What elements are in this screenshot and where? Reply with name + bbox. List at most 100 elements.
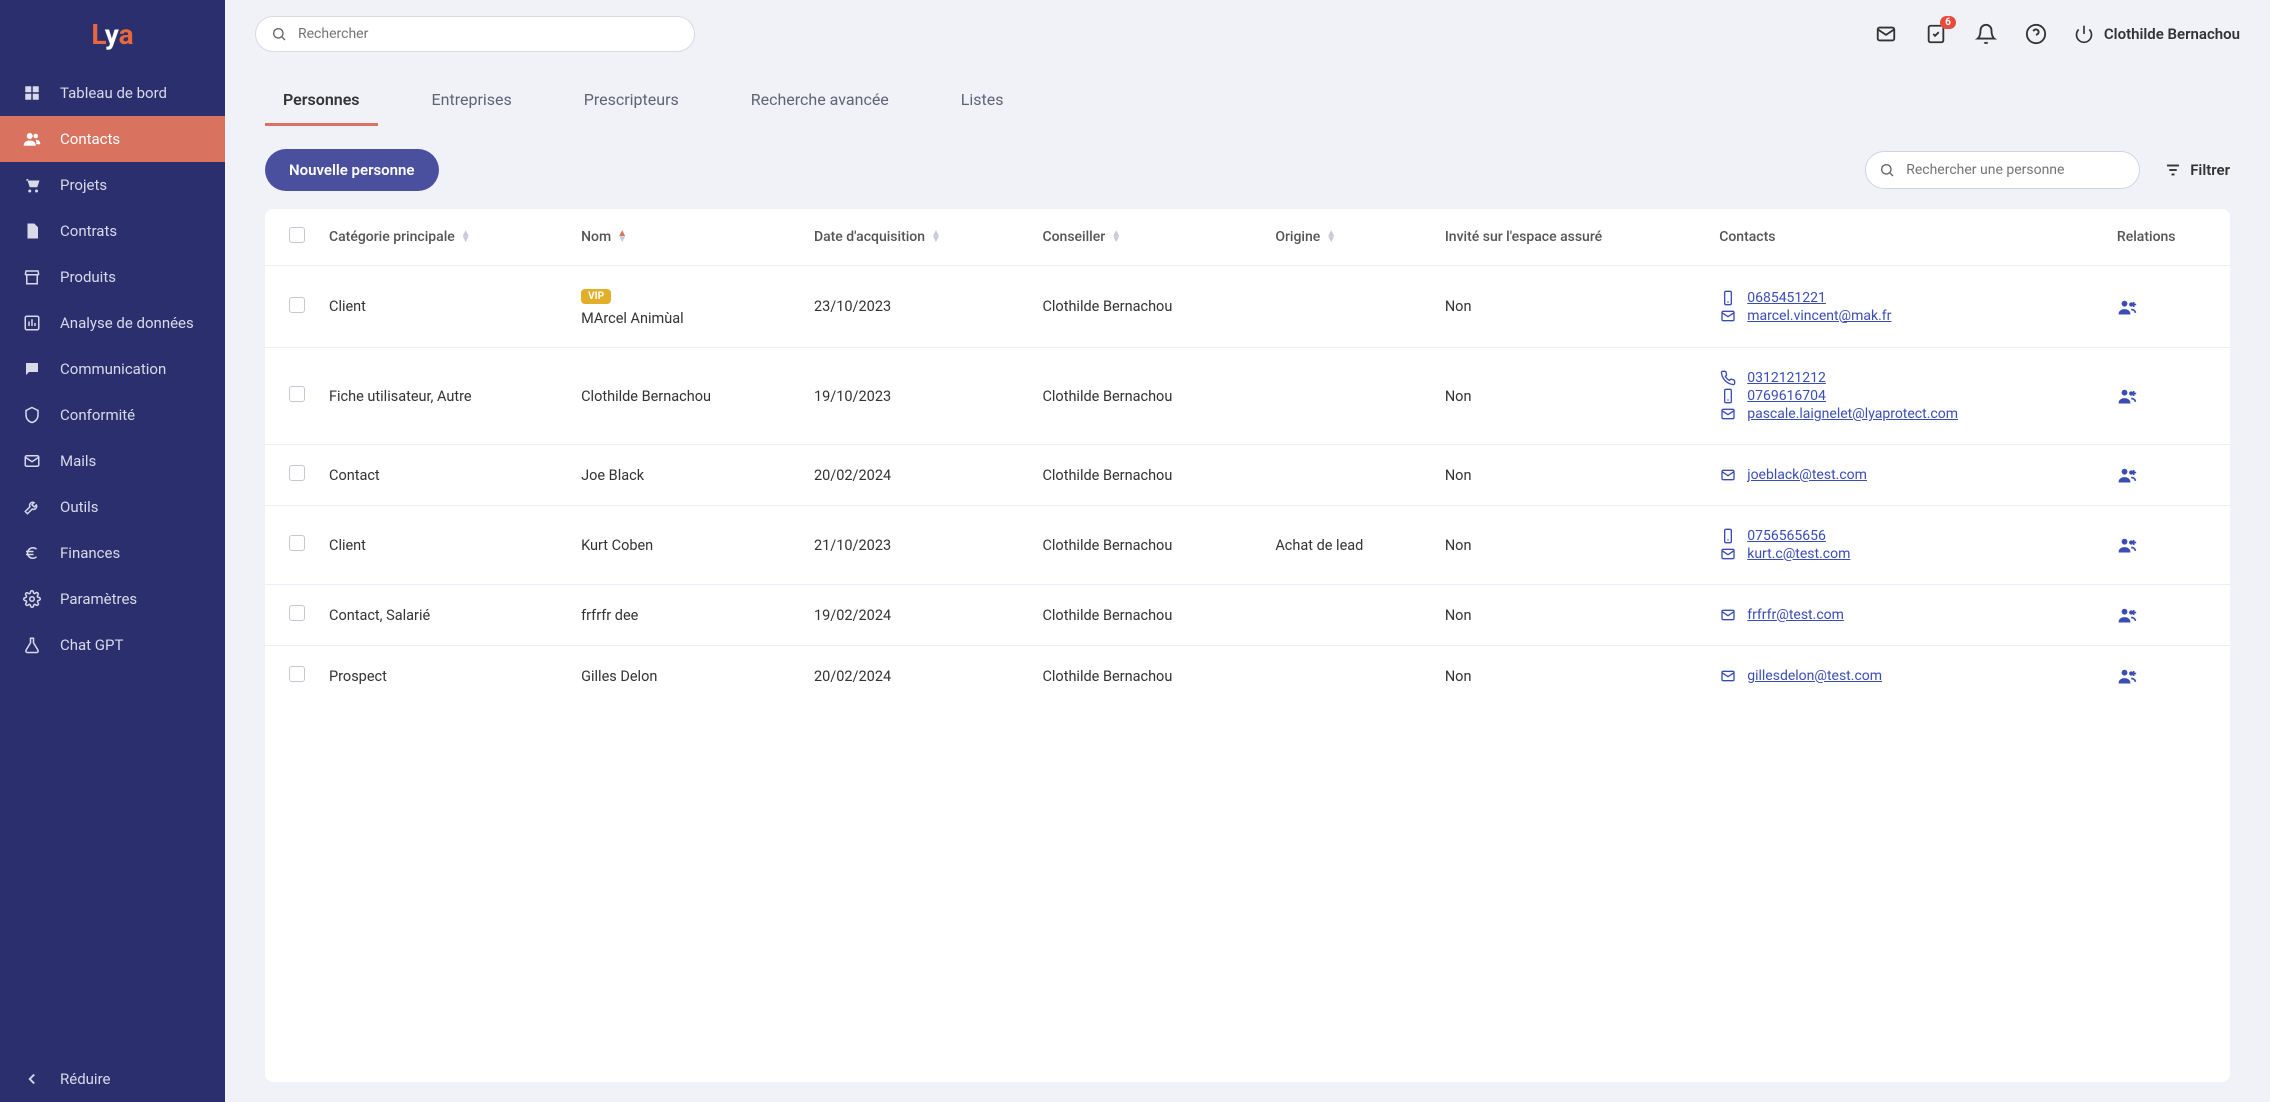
person-search-input[interactable] xyxy=(1865,151,2140,189)
relations-icon[interactable] xyxy=(2117,465,2218,485)
select-all-checkbox[interactable] xyxy=(289,227,305,243)
cell-origin: Achat de lead xyxy=(1263,506,1433,585)
cell-advisor: Clothilde Bernachou xyxy=(1030,506,1263,585)
sidebar-item-chart[interactable]: Analyse de données xyxy=(0,300,225,346)
contact-link[interactable]: 0685451221 xyxy=(1747,290,1826,306)
sidebar-collapse-label: Réduire xyxy=(60,1070,110,1088)
sidebar-item-label: Analyse de données xyxy=(60,314,194,332)
contact-link[interactable]: pascale.laignelet@lyaprotect.com xyxy=(1747,406,1958,422)
contact-line: marcel.vincent@mak.fr xyxy=(1719,308,2093,324)
sidebar-item-cart[interactable]: Projets xyxy=(0,162,225,208)
contact-link[interactable]: 0312121212 xyxy=(1747,370,1826,386)
tab[interactable]: Listes xyxy=(943,78,1022,126)
table-row[interactable]: Contact, Salarié frfrfr dee 19/02/2024 C… xyxy=(265,585,2230,646)
global-search-wrap xyxy=(255,16,695,52)
col-advisor[interactable]: Conseiller▲▼ xyxy=(1030,209,1263,266)
sidebar-item-chat[interactable]: Communication xyxy=(0,346,225,392)
contact-link[interactable]: kurt.c@test.com xyxy=(1747,546,1850,562)
sidebar-item-euro[interactable]: Finances xyxy=(0,530,225,576)
contact-link[interactable]: 0769616704 xyxy=(1747,388,1826,404)
tab[interactable]: Prescripteurs xyxy=(566,78,697,126)
row-checkbox[interactable] xyxy=(289,605,305,621)
cell-advisor: Clothilde Bernachou xyxy=(1030,266,1263,348)
contact-line: frfrfr@test.com xyxy=(1719,607,2093,623)
cell-advisor: Clothilde Bernachou xyxy=(1030,348,1263,445)
cell-category: Contact, Salarié xyxy=(317,585,569,646)
table-row[interactable]: Client VIPMArcel Animùal 23/10/2023 Clot… xyxy=(265,266,2230,348)
bell-icon[interactable] xyxy=(1974,22,1998,46)
col-category[interactable]: Catégorie principale▲▼ xyxy=(317,209,569,266)
row-checkbox[interactable] xyxy=(289,386,305,402)
table-row[interactable]: Contact Joe Black 20/02/2024 Clothilde B… xyxy=(265,445,2230,506)
row-checkbox[interactable] xyxy=(289,535,305,551)
sidebar-item-tools[interactable]: Outils xyxy=(0,484,225,530)
sidebar-item-label: Chat GPT xyxy=(60,636,123,654)
cell-invited: Non xyxy=(1433,348,1707,445)
sidebar-item-shield[interactable]: Conformité xyxy=(0,392,225,438)
new-person-button[interactable]: Nouvelle personne xyxy=(265,149,439,191)
relations-icon[interactable] xyxy=(2117,535,2218,555)
filter-button[interactable]: Filtrer xyxy=(2164,161,2230,179)
sidebar-item-label: Conformité xyxy=(60,406,135,424)
user-menu[interactable]: Clothilde Bernachou xyxy=(2074,24,2240,44)
contact-line: 0769616704 xyxy=(1719,388,2093,404)
cell-advisor: Clothilde Bernachou xyxy=(1030,445,1263,506)
relations-icon[interactable] xyxy=(2117,297,2218,317)
cart-icon xyxy=(22,175,42,195)
contact-link[interactable]: gillesdelon@test.com xyxy=(1747,668,1882,684)
tab[interactable]: Recherche avancée xyxy=(733,78,907,126)
contact-link[interactable]: marcel.vincent@mak.fr xyxy=(1747,308,1891,324)
relations-icon[interactable] xyxy=(2117,386,2218,406)
sidebar-item-people[interactable]: Contacts xyxy=(0,116,225,162)
sidebar-item-mail[interactable]: Mails xyxy=(0,438,225,484)
sidebar-collapse[interactable]: Réduire xyxy=(0,1056,225,1102)
col-origin[interactable]: Origine▲▼ xyxy=(1263,209,1433,266)
vip-badge: VIP xyxy=(581,289,611,304)
row-checkbox[interactable] xyxy=(289,297,305,313)
table-row[interactable]: Client Kurt Coben 21/10/2023 Clothilde B… xyxy=(265,506,2230,585)
contact-link[interactable]: frfrfr@test.com xyxy=(1747,607,1844,623)
relations-icon[interactable] xyxy=(2117,605,2218,625)
logo[interactable]: Lya xyxy=(0,0,225,68)
filter-label: Filtrer xyxy=(2190,161,2230,179)
sidebar-item-label: Paramètres xyxy=(60,590,137,608)
contact-link[interactable]: 0756565656 xyxy=(1747,528,1826,544)
sidebar-item-gear[interactable]: Paramètres xyxy=(0,576,225,622)
help-icon[interactable] xyxy=(2024,22,2048,46)
col-name[interactable]: Nom▲▼ xyxy=(569,209,802,266)
tasks-icon[interactable]: 6 xyxy=(1924,22,1948,46)
sidebar: Lya Tableau de bordContacts Projets Contra… xyxy=(0,0,225,1102)
col-date[interactable]: Date d'acquisition▲▼ xyxy=(802,209,1031,266)
cell-date: 19/10/2023 xyxy=(802,348,1031,445)
table-row[interactable]: Prospect Gilles Delon 20/02/2024 Clothil… xyxy=(265,646,2230,707)
cell-origin xyxy=(1263,445,1433,506)
contact-line: gillesdelon@test.com xyxy=(1719,668,2093,684)
sidebar-item-dashboard[interactable]: Tableau de bord xyxy=(0,70,225,116)
mail-icon[interactable] xyxy=(1874,22,1898,46)
sidebar-item-label: Projets xyxy=(60,176,107,194)
relations-icon[interactable] xyxy=(2117,666,2218,686)
cell-origin xyxy=(1263,266,1433,348)
cell-advisor: Clothilde Bernachou xyxy=(1030,585,1263,646)
cell-origin xyxy=(1263,646,1433,707)
cell-date: 19/02/2024 xyxy=(802,585,1031,646)
sidebar-item-label: Contrats xyxy=(60,222,117,240)
sidebar-item-file[interactable]: Contrats xyxy=(0,208,225,254)
tab[interactable]: Entreprises xyxy=(414,78,530,126)
contact-link[interactable]: joeblack@test.com xyxy=(1747,467,1867,483)
cell-date: 20/02/2024 xyxy=(802,646,1031,707)
row-checkbox[interactable] xyxy=(289,465,305,481)
contact-line: joeblack@test.com xyxy=(1719,467,2093,483)
topbar: 6 Clothilde Bernachou xyxy=(225,0,2270,68)
global-search-input[interactable] xyxy=(255,16,695,52)
table-row[interactable]: Fiche utilisateur, Autre Clothilde Berna… xyxy=(265,348,2230,445)
chart-icon xyxy=(22,313,42,333)
cell-invited: Non xyxy=(1433,646,1707,707)
sidebar-item-store[interactable]: Produits xyxy=(0,254,225,300)
tab[interactable]: Personnes xyxy=(265,78,378,126)
row-checkbox[interactable] xyxy=(289,666,305,682)
tabs: Personnes Entreprises Prescripteurs Recherc… xyxy=(225,68,2270,127)
cell-category: Client xyxy=(317,266,569,348)
sidebar-item-flask[interactable]: Chat GPT xyxy=(0,622,225,668)
mail-icon xyxy=(1719,467,1737,483)
